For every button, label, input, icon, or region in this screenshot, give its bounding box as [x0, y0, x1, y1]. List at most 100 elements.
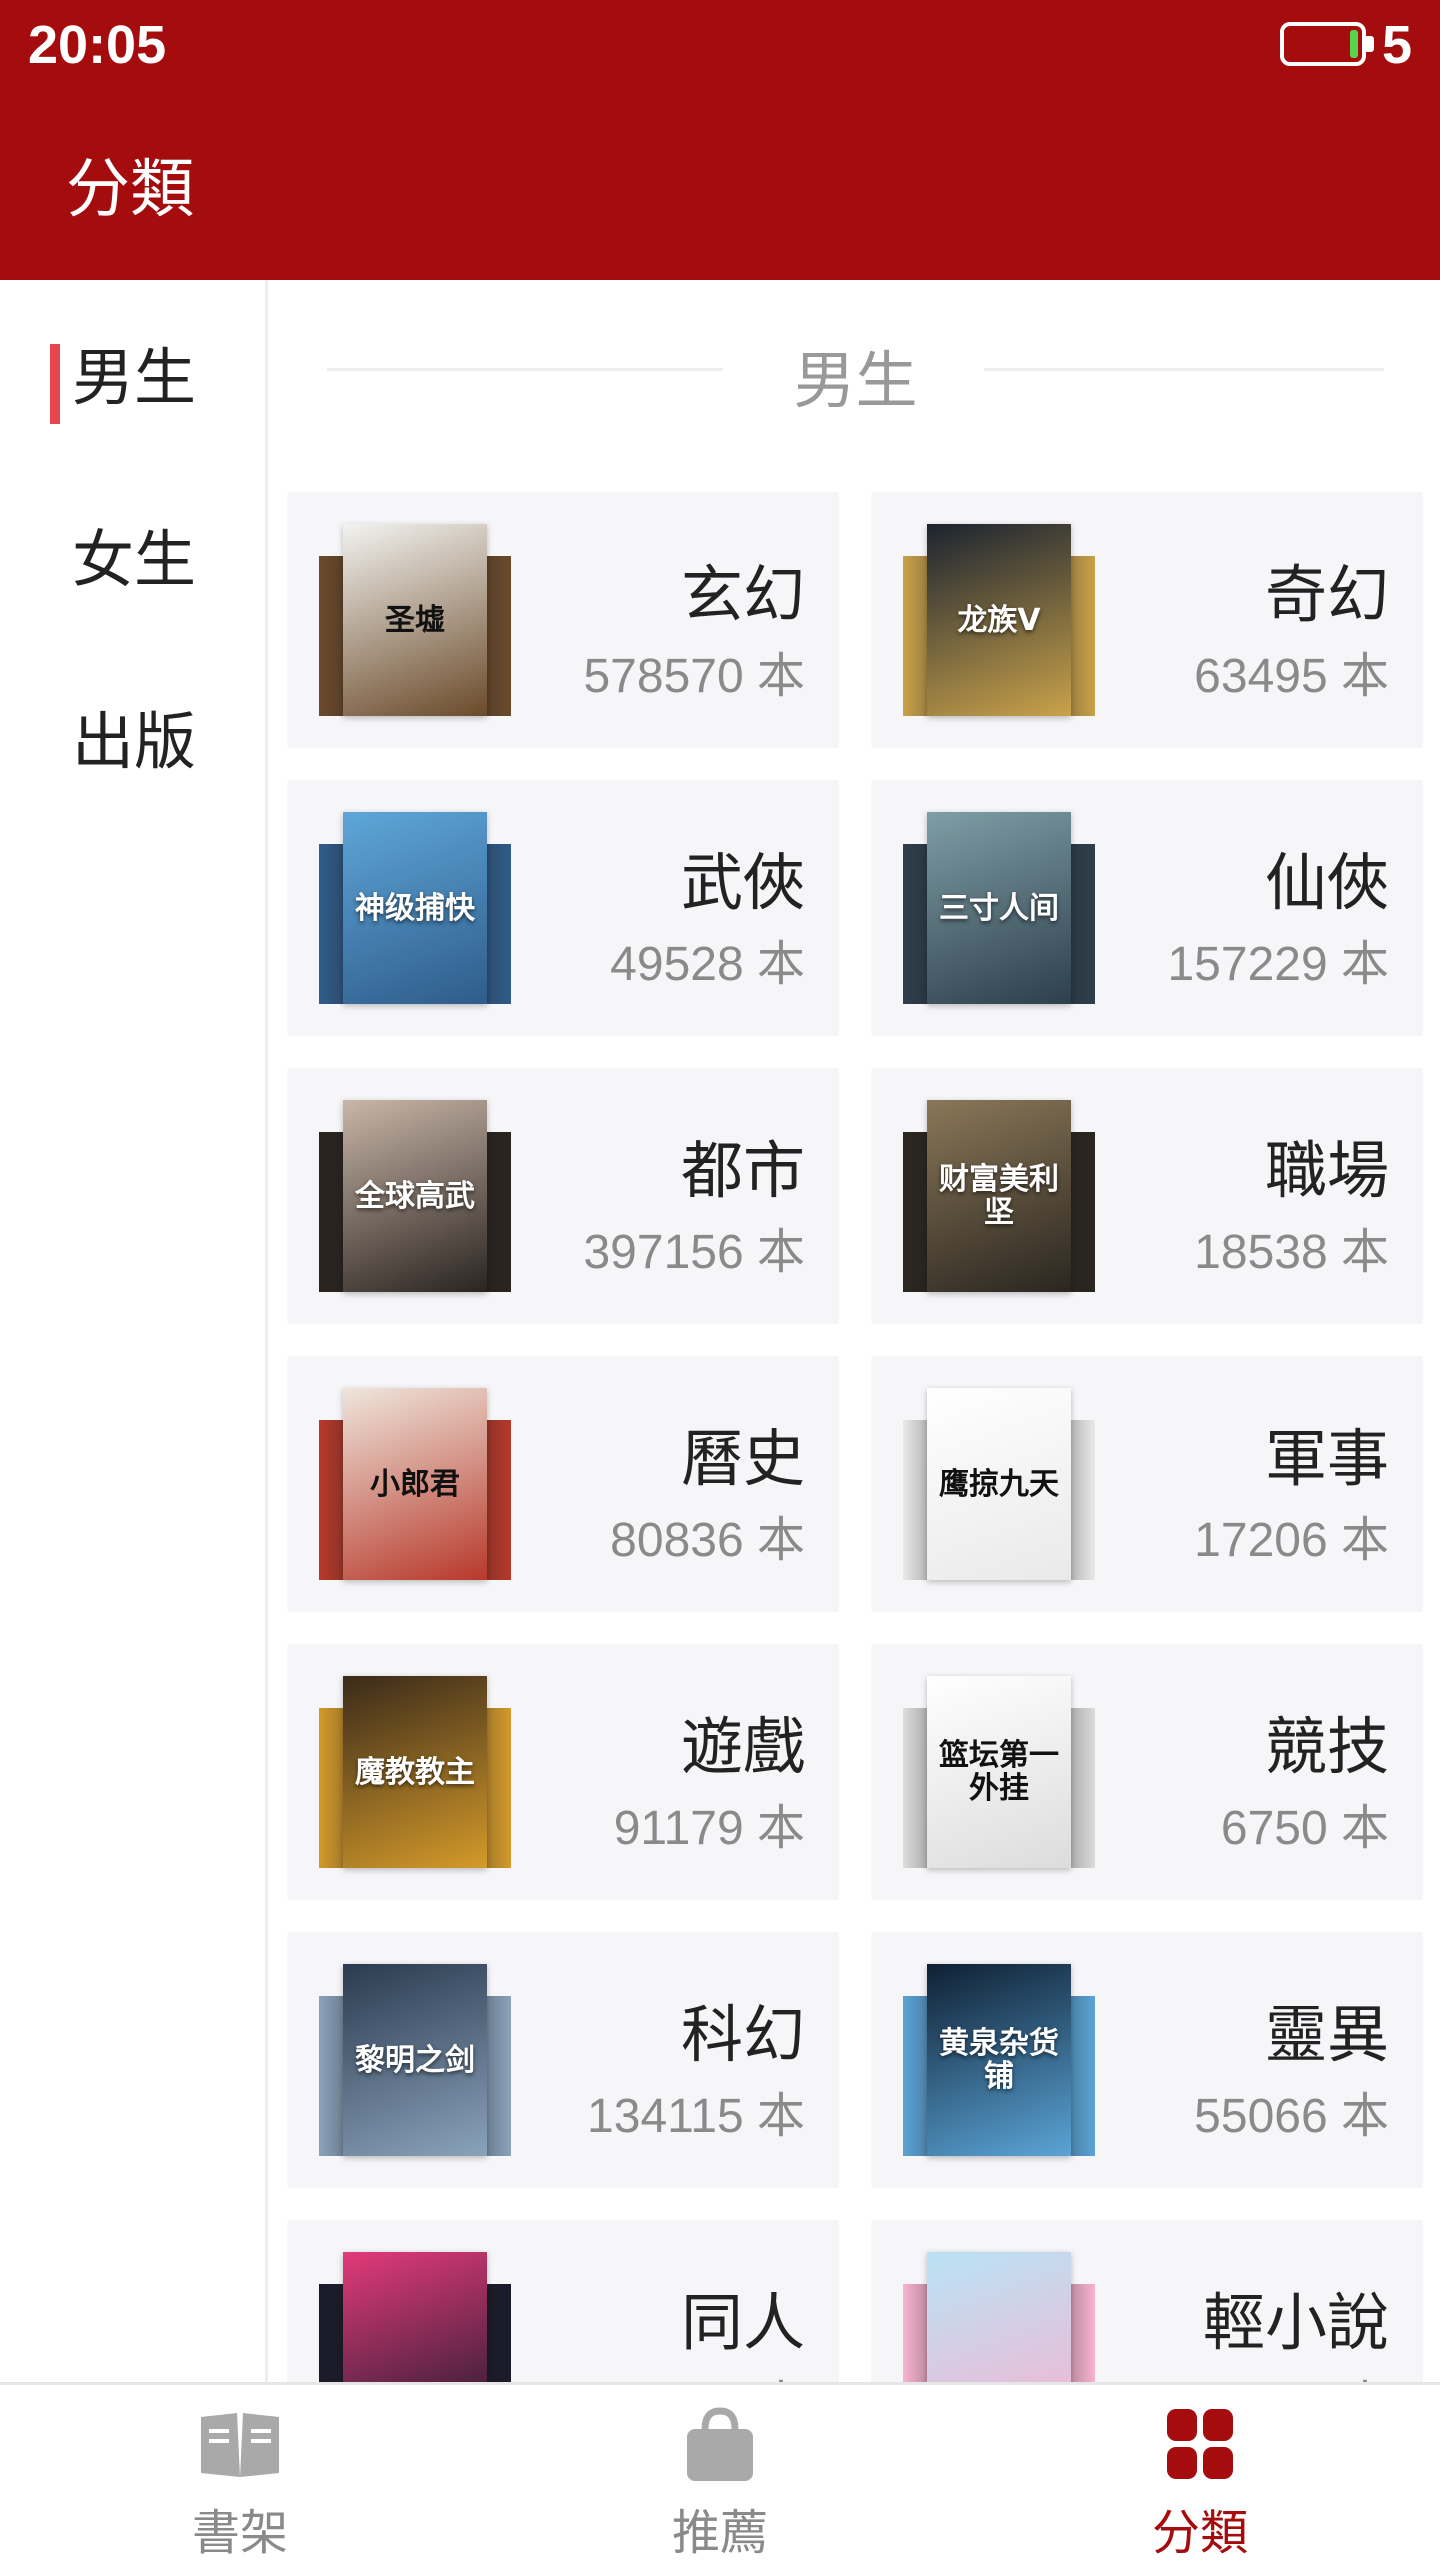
book-cover-stack: 财富美利坚 [903, 1100, 1095, 1292]
book-cover: 鹰掠九天 [927, 1388, 1071, 1580]
category-count: 3782 本 [1221, 2364, 1389, 2382]
category-count: 6750 本 [1220, 1802, 1389, 1855]
category-name: 曆史 [680, 1422, 805, 1495]
book-icon [201, 2413, 279, 2477]
category-name: 遊戲 [680, 1710, 805, 1783]
category-count: 55066 本 [1194, 2090, 1389, 2143]
nav-category[interactable]: 分類 [960, 2385, 1440, 2563]
category-count: 578570 本 [583, 650, 805, 703]
book-cover: 三寸人间 [927, 812, 1071, 1004]
book-cover-title: 圣墟 [385, 602, 445, 638]
book-cover-stack: 龙族Ⅴ [903, 524, 1095, 716]
book-cover-stack: 全球高武 [319, 1100, 511, 1292]
book-cover-stack: 黄泉杂货铺 [903, 1964, 1095, 2156]
sidebar-item-label: 女生 [71, 523, 196, 596]
bag-icon [687, 2407, 753, 2481]
category-card[interactable]: 輕小說 3782 本 [871, 2220, 1423, 2382]
category-name: 科幻 [680, 1998, 805, 2071]
category-name: 奇幻 [1264, 558, 1389, 631]
category-name: 職場 [1264, 1134, 1389, 1207]
status-bar: 20:05 5 [0, 0, 1440, 88]
nav-label: 分類 [1151, 2505, 1248, 2561]
book-cover-title: 黄泉杂货铺 [939, 2026, 1059, 2094]
category-card[interactable]: 篮坛第一外挂 競技 6750 本 [871, 1644, 1423, 1900]
app-bar: 分類 [0, 88, 1440, 280]
category-card[interactable]: 龙族Ⅴ 奇幻 63495 本 [871, 492, 1423, 748]
category-count: 80836 本 [610, 1514, 805, 1567]
sidebar-item-male[interactable]: 男生 [0, 312, 268, 432]
nav-recommend[interactable]: 推薦 [480, 2385, 960, 2563]
category-card[interactable]: 财富美利坚 職場 18538 本 [871, 1068, 1423, 1324]
category-count: 46694 本 [610, 2364, 805, 2382]
category-card[interactable]: 神级捕快 武俠 49528 本 [287, 780, 839, 1036]
bottom-nav: 書架 推薦 分類 [0, 2382, 1440, 2563]
category-card[interactable]: 黎明之剑 科幻 134115 本 [287, 1932, 839, 2188]
book-cover: 黄泉杂货铺 [927, 1964, 1071, 2156]
book-cover-title: 三寸人间 [939, 890, 1059, 926]
book-cover [343, 2252, 487, 2382]
book-cover [927, 2252, 1071, 2382]
book-cover-title: 篮坛第一外挂 [939, 1738, 1059, 1806]
category-name: 同人 [680, 2286, 805, 2359]
book-cover-stack: 三寸人间 [903, 812, 1095, 1004]
category-name: 輕小說 [1202, 2286, 1389, 2359]
category-card[interactable]: 小郎君 曆史 80836 本 [287, 1356, 839, 1612]
category-count: 157229 本 [1167, 938, 1389, 991]
category-sidebar: 男生 女生 出版 [0, 280, 268, 2382]
book-cover-title: 鹰掠九天 [939, 1466, 1059, 1502]
book-cover-title: 神级捕快 [355, 890, 475, 926]
category-count: 397156 本 [583, 1226, 805, 1279]
book-cover: 神级捕快 [343, 812, 487, 1004]
category-name: 仙俠 [1264, 846, 1389, 919]
category-card[interactable]: 圣墟 玄幻 578570 本 [287, 492, 839, 748]
nav-bookshelf[interactable]: 書架 [0, 2385, 480, 2563]
book-cover: 篮坛第一外挂 [927, 1676, 1071, 1868]
book-cover-title: 黎明之剑 [355, 2042, 475, 2078]
book-cover-stack: 魔教教主 [319, 1676, 511, 1868]
book-cover-stack: 小郎君 [319, 1388, 511, 1580]
sidebar-item-female[interactable]: 女生 [0, 494, 268, 614]
category-count: 18538 本 [1194, 1226, 1389, 1279]
category-count: 63495 本 [1194, 650, 1389, 703]
book-cover: 黎明之剑 [343, 1964, 487, 2156]
category-name: 武俠 [680, 846, 805, 919]
battery-icon [1280, 22, 1374, 66]
book-cover-title [409, 2342, 421, 2354]
category-card[interactable]: 三寸人间 仙俠 157229 本 [871, 780, 1423, 1036]
category-name: 競技 [1264, 1710, 1389, 1783]
book-cover: 圣墟 [343, 524, 487, 716]
category-content: 男生 圣墟 玄幻 578570 本 龙族Ⅴ 奇幻 63495 本神级捕快 武俠 49528 本… [271, 280, 1440, 2382]
grid-icon [1167, 2409, 1233, 2479]
category-card[interactable]: 全球高武 都市 397156 本 [287, 1068, 839, 1324]
book-cover: 龙族Ⅴ [927, 524, 1071, 716]
book-cover-title: 财富美利坚 [939, 1162, 1059, 1230]
book-cover-title: 全球高武 [355, 1178, 475, 1214]
status-time: 20:05 [28, 15, 167, 75]
book-cover: 小郎君 [343, 1388, 487, 1580]
category-card[interactable]: 同人 46694 本 [287, 2220, 839, 2382]
book-cover-stack [319, 2252, 511, 2382]
category-card[interactable]: 鹰掠九天 軍事 17206 本 [871, 1356, 1423, 1612]
nav-label: 推薦 [671, 2505, 768, 2561]
sidebar-item-label: 男生 [71, 341, 196, 414]
sidebar-item-publish[interactable]: 出版 [0, 676, 268, 796]
nav-label: 書架 [191, 2505, 288, 2561]
category-count: 134115 本 [587, 2090, 805, 2143]
page-title: 分類 [66, 153, 194, 227]
category-card[interactable]: 魔教教主 遊戲 91179 本 [287, 1644, 839, 1900]
category-name: 軍事 [1264, 1422, 1389, 1495]
signal-count: 5 [1381, 15, 1412, 75]
section-title: 男生 [793, 344, 918, 417]
book-cover-stack: 圣墟 [319, 524, 511, 716]
book-cover: 财富美利坚 [927, 1100, 1071, 1292]
book-cover-stack [903, 2252, 1095, 2382]
book-cover-stack: 神级捕快 [319, 812, 511, 1004]
book-cover-title: 魔教教主 [355, 1754, 475, 1790]
book-cover-title: 龙族Ⅴ [957, 602, 1041, 638]
sidebar-item-label: 出版 [71, 705, 196, 778]
book-cover-title: 小郎君 [370, 1466, 460, 1502]
book-cover-stack: 黎明之剑 [319, 1964, 511, 2156]
category-name: 玄幻 [680, 558, 805, 631]
category-card[interactable]: 黄泉杂货铺 靈異 55066 本 [871, 1932, 1423, 2188]
category-count: 91179 本 [613, 1802, 805, 1855]
